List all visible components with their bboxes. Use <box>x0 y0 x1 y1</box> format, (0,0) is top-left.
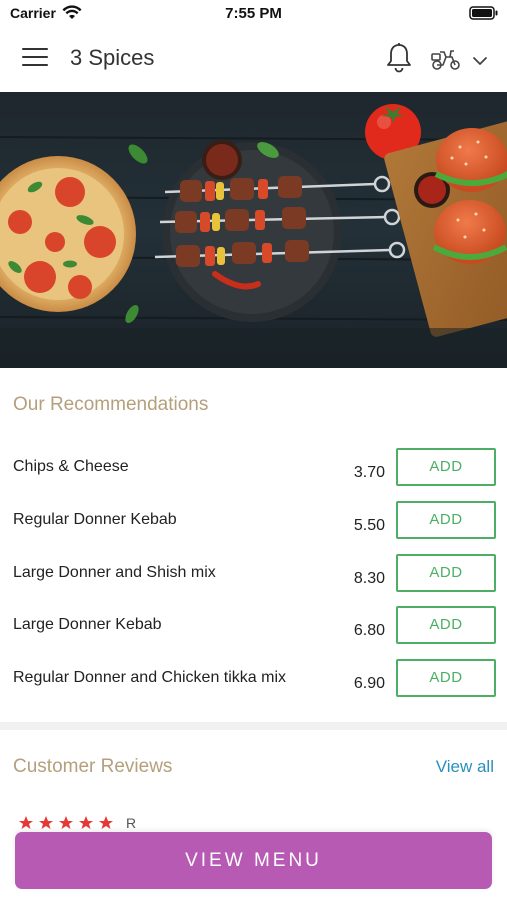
add-button[interactable]: ADD <box>396 606 496 644</box>
menu-icon[interactable] <box>22 48 48 70</box>
reviews-title: Customer Reviews <box>13 756 173 777</box>
view-all-reviews-link[interactable]: View all <box>436 757 494 777</box>
status-bar: Carrier 7:55 PM <box>0 0 507 28</box>
add-button[interactable]: ADD <box>396 448 496 486</box>
list-item: Large Donner and Shish mix 8.30 ADD <box>0 554 507 604</box>
recommendations-title: Our Recommendations <box>13 394 209 415</box>
item-name: Chips & Cheese <box>13 458 129 475</box>
delivery-scooter-icon[interactable] <box>430 46 462 77</box>
list-item: Large Donner Kebab 6.80 ADD <box>0 606 507 656</box>
list-item: Regular Donner Kebab 5.50 ADD <box>0 501 507 551</box>
item-price: 8.30 <box>353 570 385 587</box>
item-price: 3.70 <box>353 464 385 481</box>
add-button[interactable]: ADD <box>396 554 496 592</box>
list-item: Chips & Cheese 3.70 ADD <box>0 448 507 498</box>
star-icon <box>39 816 53 829</box>
hero-food-banner <box>0 92 507 368</box>
add-button[interactable]: ADD <box>396 659 496 697</box>
item-name: Large Donner Kebab <box>13 616 162 633</box>
add-button[interactable]: ADD <box>396 501 496 539</box>
pizza-illustration <box>0 144 148 324</box>
item-price: 6.90 <box>353 675 385 692</box>
item-name: Regular Donner Kebab <box>13 511 177 528</box>
restaurant-name: 3 Spices <box>70 45 155 70</box>
battery-icon <box>469 5 499 26</box>
star-icon <box>79 816 93 829</box>
section-divider <box>0 722 507 730</box>
item-name: Regular Donner and Chicken tikka mix <box>13 669 287 686</box>
reviewer-name: R <box>126 815 137 831</box>
item-name: Large Donner and Shish mix <box>13 564 216 581</box>
list-item: Regular Donner and Chicken tikka mix 6.9… <box>0 659 507 709</box>
status-time: 7:55 PM <box>225 5 282 22</box>
star-icon <box>99 816 113 829</box>
app-header: 3 Spices <box>0 28 507 93</box>
view-menu-button[interactable]: VIEW MENU <box>15 832 492 889</box>
chevron-down-icon[interactable] <box>472 53 488 71</box>
item-price: 5.50 <box>353 517 385 534</box>
item-price: 6.80 <box>353 622 385 639</box>
kebab-plate-illustration <box>154 140 406 322</box>
star-icon <box>19 816 33 829</box>
star-icon <box>59 816 73 829</box>
bell-icon[interactable] <box>385 42 413 79</box>
